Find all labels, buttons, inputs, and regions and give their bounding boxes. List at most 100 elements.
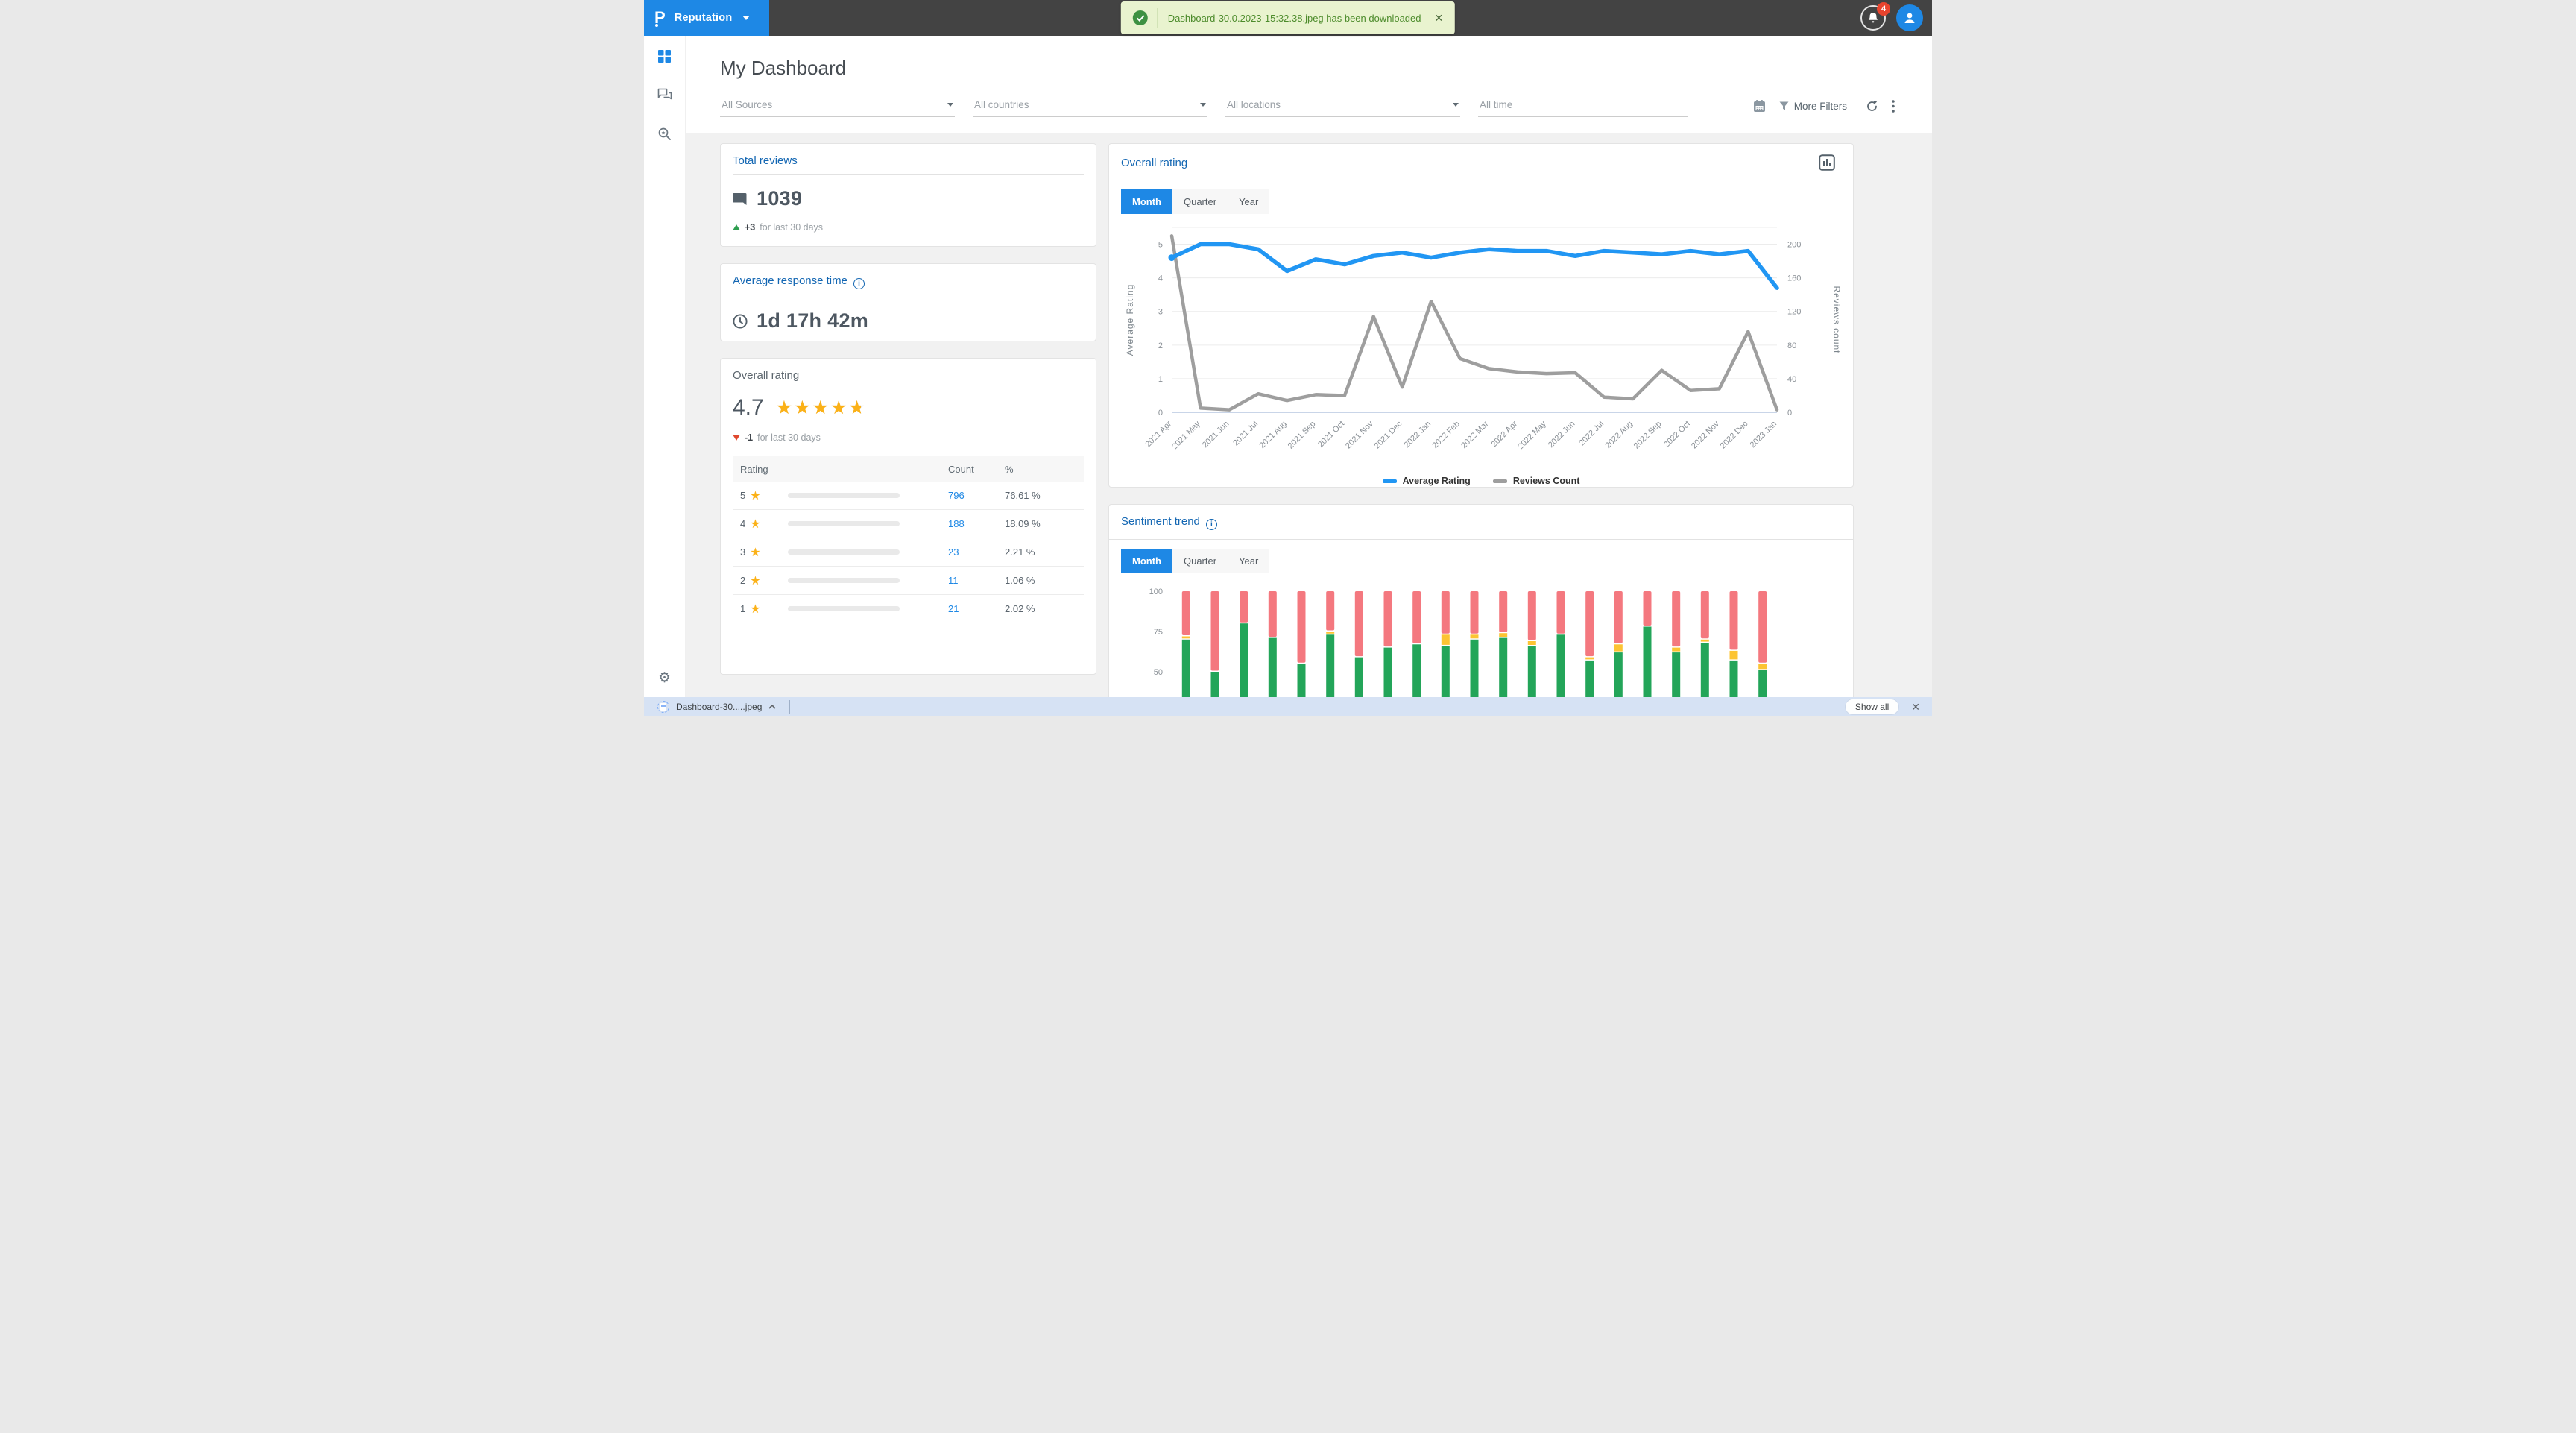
top-bar: P Reputation 4 Dashboard-30.0.2023-15:32… <box>644 0 1932 36</box>
period-tabs: Month Quarter Year <box>1121 549 1269 573</box>
sidebar-item-dashboard[interactable] <box>655 46 675 66</box>
topbar-actions: 4 <box>1860 0 1923 36</box>
rating-distribution-table: Rating Count % 5★ 796 76.61 % <box>733 456 1084 623</box>
brand-menu[interactable]: P Reputation <box>644 0 769 36</box>
tab-month[interactable]: Month <box>1121 189 1172 214</box>
tab-quarter[interactable]: Quarter <box>1172 549 1228 573</box>
brand-name: Reputation <box>675 12 733 24</box>
count-link[interactable]: 11 <box>948 575 1005 586</box>
chart-type-selector[interactable] <box>1819 154 1841 171</box>
percent-value: 2.02 % <box>1005 603 1076 614</box>
show-all-button[interactable]: Show all <box>1845 699 1899 715</box>
response-time-card: Average response timei 1d 17h 42m <box>720 263 1096 341</box>
sources-filter-value: All Sources <box>722 99 772 110</box>
rating-bar <box>788 549 900 555</box>
rating-label: 3 <box>740 547 745 558</box>
more-filters-label: More Filters <box>1794 101 1847 112</box>
chevron-down-icon <box>947 103 953 107</box>
toast-close-icon[interactable]: ✕ <box>1434 13 1443 23</box>
svg-text:2022 May: 2022 May <box>1516 419 1548 451</box>
count-link[interactable]: 188 <box>948 518 1005 529</box>
count-link[interactable]: 21 <box>948 603 1005 614</box>
percent-value: 2.21 % <box>1005 547 1076 558</box>
overall-rating-chart-title[interactable]: Overall rating <box>1121 157 1187 169</box>
overall-rating-delta: -1 <box>745 432 753 443</box>
countries-filter[interactable]: All countries <box>973 95 1208 117</box>
reviews-icon <box>733 192 748 206</box>
settings-gear-icon[interactable]: ⚙ <box>658 670 671 687</box>
bell-icon <box>1867 12 1879 25</box>
svg-text:2021 Apr: 2021 Apr <box>1143 419 1173 449</box>
table-row: 4★ 188 18.09 % <box>733 510 1084 538</box>
delta-suffix: for last 30 days <box>757 432 821 443</box>
svg-text:2022 Apr: 2022 Apr <box>1489 419 1519 449</box>
downloaded-file-chip[interactable]: Dashboard-30.....jpeg <box>651 697 782 716</box>
delta-suffix: for last 30 days <box>760 222 823 233</box>
star-icon: ★ <box>750 545 760 560</box>
count-link[interactable]: 796 <box>948 490 1005 501</box>
tab-year[interactable]: Year <box>1228 549 1269 573</box>
download-bar-close-icon[interactable]: ✕ <box>1911 702 1925 712</box>
legend-average-rating: Average Rating <box>1383 476 1471 486</box>
info-icon[interactable]: i <box>853 278 865 289</box>
dashboard-grid: Total reviews 1039 +3 for last 30 days <box>686 133 1932 716</box>
total-reviews-value: 1039 <box>757 187 802 210</box>
sidebar-item-conversations[interactable] <box>655 85 675 104</box>
time-filter[interactable]: All time <box>1478 95 1688 117</box>
tab-year[interactable]: Year <box>1228 189 1269 214</box>
count-link[interactable]: 23 <box>948 547 1005 558</box>
sidebar-item-review-search[interactable] <box>655 124 675 143</box>
sentiment-trend-chart: 1007550 <box>1109 573 1853 716</box>
tab-month[interactable]: Month <box>1121 549 1172 573</box>
sources-filter[interactable]: All Sources <box>720 95 955 117</box>
divider <box>733 174 1084 175</box>
svg-text:2022 Nov: 2022 Nov <box>1690 419 1721 450</box>
svg-text:2: 2 <box>1158 341 1163 350</box>
svg-text:2021 Nov: 2021 Nov <box>1344 419 1375 450</box>
kebab-menu-button[interactable] <box>1892 100 1895 113</box>
overall-rating-chart-card: Overall rating Month Quarter <box>1108 143 1854 488</box>
filter-actions: More Filters <box>1753 99 1895 117</box>
download-toast: Dashboard-30.0.2023-15:32.38.jpeg has be… <box>1121 1 1455 34</box>
svg-text:2022 Feb: 2022 Feb <box>1430 420 1461 450</box>
more-filters-button[interactable]: More Filters <box>1779 101 1852 112</box>
notification-badge: 4 <box>1877 2 1890 16</box>
percent-value: 76.61 % <box>1005 490 1076 501</box>
calendar-button[interactable] <box>1753 99 1766 113</box>
rating-label: 5 <box>740 490 745 501</box>
notifications-button[interactable]: 4 <box>1860 5 1886 31</box>
svg-text:0: 0 <box>1787 409 1792 418</box>
refresh-icon <box>1866 100 1878 113</box>
chevron-down-icon <box>742 16 750 20</box>
filters-row: All Sources All countries All locations … <box>720 95 1895 117</box>
svg-text:2022 Jul: 2022 Jul <box>1577 420 1606 448</box>
clock-icon <box>733 314 748 329</box>
rating-label: 4 <box>740 518 745 529</box>
svg-text:100: 100 <box>1149 588 1163 596</box>
locations-filter-value: All locations <box>1227 99 1281 110</box>
svg-text:0: 0 <box>1158 409 1163 418</box>
svg-text:2022 Mar: 2022 Mar <box>1459 419 1491 450</box>
tab-quarter[interactable]: Quarter <box>1172 189 1228 214</box>
svg-text:2022 Jun: 2022 Jun <box>1547 420 1576 450</box>
chevron-up-icon[interactable] <box>768 705 776 709</box>
overall-rating-chart: 012345040801201602002021 Apr2021 May2021… <box>1109 214 1853 474</box>
svg-text:1: 1 <box>1158 375 1163 384</box>
locations-filter[interactable]: All locations <box>1225 95 1460 117</box>
sentiment-trend-title[interactable]: Sentiment trend <box>1121 515 1200 528</box>
refresh-button[interactable] <box>1866 100 1878 113</box>
svg-text:Average Rating: Average Rating <box>1125 284 1135 356</box>
toast-message: Dashboard-30.0.2023-15:32.38.jpeg has be… <box>1168 13 1421 24</box>
file-icon <box>657 701 669 713</box>
user-avatar[interactable] <box>1896 4 1923 31</box>
dashboard-icon <box>657 49 672 63</box>
info-icon[interactable]: i <box>1206 519 1217 530</box>
response-time-title[interactable]: Average response time <box>733 274 847 287</box>
success-check-icon <box>1133 10 1148 25</box>
svg-text:75: 75 <box>1154 628 1163 637</box>
funnel-icon <box>1779 101 1789 111</box>
total-reviews-title[interactable]: Total reviews <box>733 154 1084 167</box>
rating-bar <box>788 521 900 526</box>
svg-text:2021 Sep: 2021 Sep <box>1287 420 1318 451</box>
svg-text:2021 Jul: 2021 Jul <box>1231 420 1260 448</box>
